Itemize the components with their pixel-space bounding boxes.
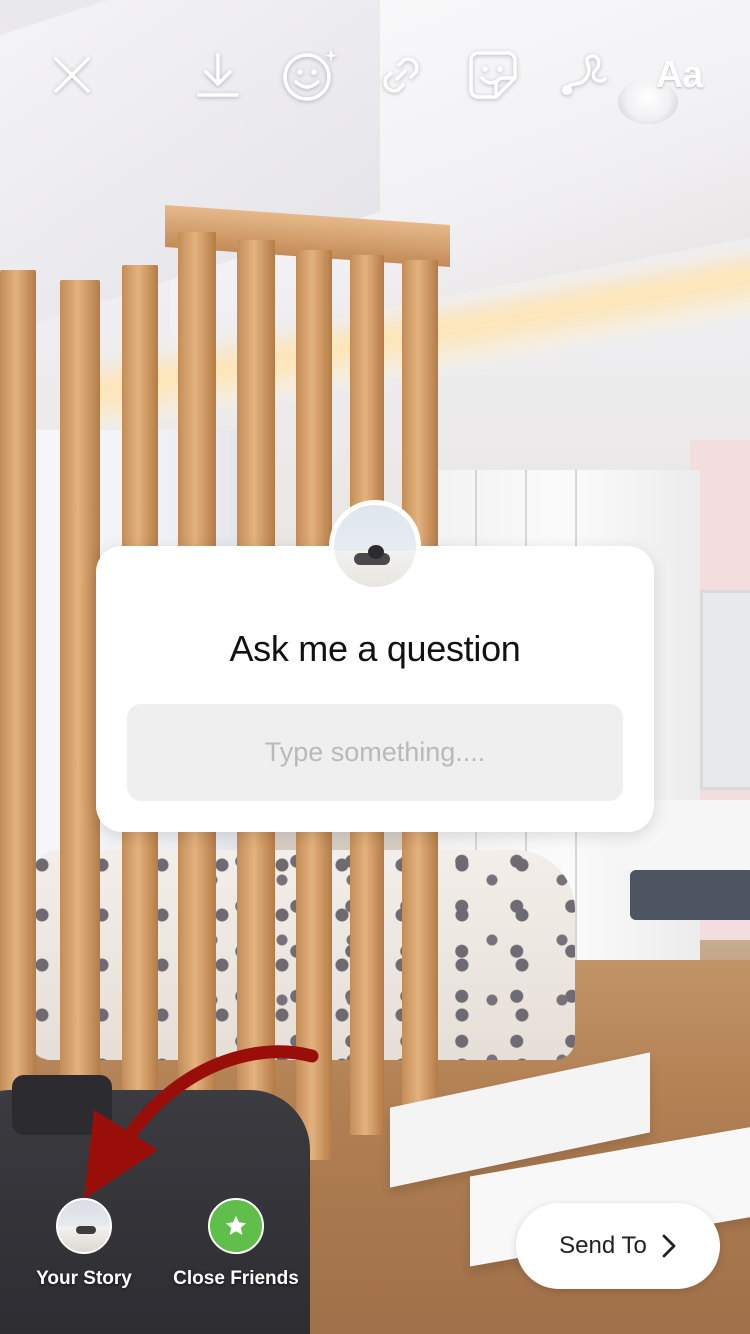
link-button[interactable] (366, 40, 436, 110)
send-to-button[interactable]: Send To (516, 1203, 720, 1289)
close-friends-circle (208, 1198, 264, 1254)
your-story-button[interactable]: Your Story (30, 1198, 138, 1290)
star-icon (225, 1215, 247, 1235)
close-friends-button[interactable]: Close Friends (166, 1198, 306, 1290)
chevron-right-icon (662, 1234, 676, 1258)
sticker-icon (469, 51, 517, 99)
face-effects-icon (283, 49, 337, 101)
download-button[interactable] (183, 40, 253, 110)
text-tool-button[interactable]: Aa (642, 40, 716, 110)
close-friends-label: Close Friends (173, 1268, 299, 1289)
your-story-thumbnail (56, 1198, 112, 1254)
draw-icon (562, 54, 607, 95)
question-title[interactable]: Ask me a question (96, 628, 654, 670)
download-icon (197, 53, 239, 97)
close-icon (54, 57, 90, 93)
face-effects-button[interactable] (275, 40, 345, 110)
send-to-label: Send To (559, 1232, 647, 1259)
sticker-button[interactable] (458, 40, 528, 110)
link-icon (383, 57, 419, 93)
sticker-avatar (329, 500, 421, 592)
close-button[interactable] (37, 40, 107, 110)
your-story-label: Your Story (36, 1268, 132, 1289)
story-editor-screen: Aa Ask me a question Your Story Close Fr… (0, 0, 750, 1334)
question-answer-input[interactable] (127, 704, 623, 801)
draw-button[interactable] (550, 40, 620, 110)
text-tool-label: Aa (655, 53, 704, 96)
top-toolbar: Aa (0, 40, 750, 110)
